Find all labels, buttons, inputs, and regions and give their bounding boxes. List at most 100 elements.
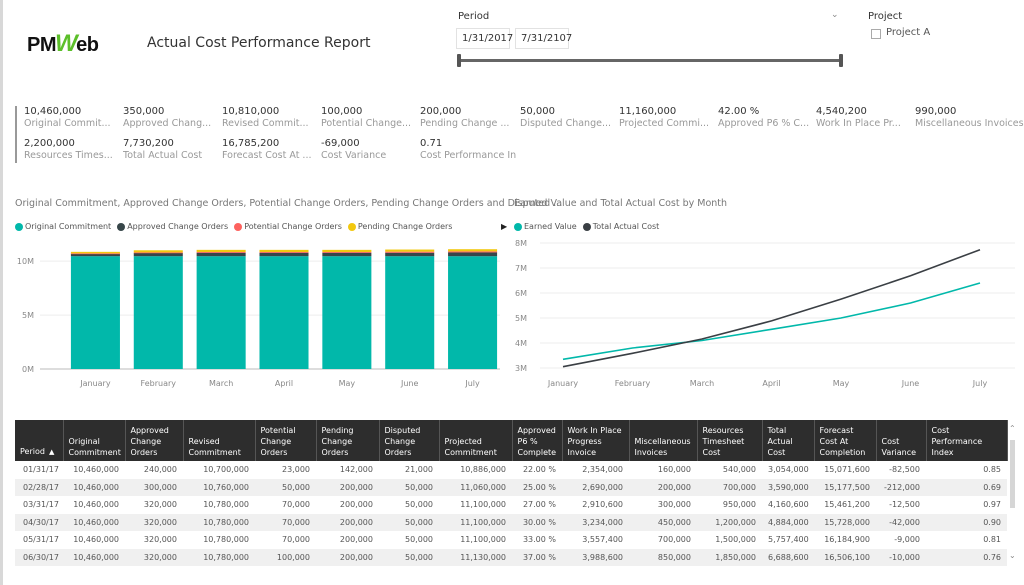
bar-segment-pending-change-orders[interactable] — [70, 251, 120, 254]
bar-segment-original-commitment[interactable] — [259, 256, 309, 369]
table-row[interactable]: 02/28/17 10,460,000 300,000 10,760,000 50,00… — [15, 478, 1007, 496]
table-cell: 50,000 — [255, 478, 316, 496]
chevron-down-icon[interactable]: ⌄ — [831, 10, 839, 20]
column-header[interactable]: Miscellaneous Invoices — [629, 420, 698, 461]
project-a-checkbox[interactable] — [871, 29, 881, 39]
table-row[interactable]: 06/30/17 10,460,000 320,000 10,780,000 100,0… — [15, 548, 1007, 566]
table-cell: 01/31/17 — [23, 465, 59, 475]
table-cell: 04/30/17 — [15, 513, 63, 531]
bar-segment-pending-change-orders[interactable] — [196, 249, 246, 253]
period-slider-track[interactable] — [459, 59, 841, 62]
table-cell: 70,000 — [282, 500, 310, 510]
bar-segment-original-commitment[interactable] — [133, 256, 183, 369]
bar-segment-potential-change-orders[interactable] — [448, 251, 498, 253]
table-cell: 10,460,000 — [73, 465, 119, 475]
legend-item-total-actual-cost[interactable]: Total Actual Cost — [582, 222, 659, 231]
table-cell: 3,988,600 — [562, 548, 629, 566]
bar-segment-original-commitment[interactable] — [322, 256, 372, 369]
column-header[interactable]: Disputed Change Orders — [379, 420, 440, 461]
table-body: 01/31/17 10,460,000 240,000 10,700,000 23,00… — [15, 461, 1007, 566]
bar-segment-pending-change-orders[interactable] — [133, 250, 183, 253]
table-cell: 0.85 — [983, 465, 1001, 475]
legend-item-pending-change-orders[interactable]: Pending Change Orders — [347, 222, 452, 231]
bar-segment-potential-change-orders[interactable] — [70, 253, 120, 255]
column-header[interactable]: Work In Place Progress Invoice — [562, 420, 630, 461]
column-header-label: Period — [20, 447, 45, 456]
period-slider-start-handle[interactable] — [457, 54, 461, 67]
column-header[interactable]: Pending Change Orders — [316, 420, 380, 461]
column-header-label: Projected Commitment — [444, 437, 497, 457]
bar-segment-potential-change-orders[interactable] — [133, 252, 183, 254]
table-row[interactable]: 03/31/17 10,460,000 320,000 10,780,000 70,00… — [15, 496, 1007, 514]
legend-item-approved-change-orders[interactable]: Approved Change Orders — [117, 222, 228, 231]
table-row[interactable]: 04/30/17 10,460,000 320,000 10,780,000 70,00… — [15, 513, 1007, 531]
table-cell: 320,000 — [143, 500, 177, 510]
bar-segment-approved-change-orders[interactable] — [385, 252, 435, 257]
kpi-value: 11,160,000 — [619, 106, 677, 117]
column-header[interactable]: Approved P6 % Complete — [512, 420, 563, 461]
table-cell: 6,688,600 — [762, 548, 814, 566]
bar-segment-pending-change-orders[interactable] — [259, 249, 309, 253]
column-header[interactable]: Approved Change Orders — [125, 420, 184, 461]
column-header[interactable]: Period ▲ — [15, 420, 64, 461]
x-tick-label: February — [141, 379, 177, 388]
scroll-down-icon[interactable]: ⌄ — [1009, 551, 1016, 560]
project-a-label[interactable]: Project A — [886, 27, 930, 38]
table-cell: 540,000 — [722, 465, 756, 475]
legend-next-arrow-icon[interactable]: ▶ — [501, 222, 507, 231]
bar-segment-approved-change-orders[interactable] — [133, 252, 183, 257]
x-tick-label: January — [79, 379, 111, 388]
table-row[interactable]: 05/31/17 10,460,000 320,000 10,780,000 70,00… — [15, 531, 1007, 549]
sort-ascending-icon[interactable]: ▲ — [49, 448, 54, 456]
kpi-value: 10,460,000 — [24, 106, 82, 117]
kpi-label: Resources Times... — [24, 150, 113, 161]
table-scrollbar-thumb[interactable] — [1010, 440, 1015, 508]
kpi-label: Cost Performance In... — [420, 150, 516, 161]
legend-item-earned-value[interactable]: Earned Value — [514, 222, 577, 231]
bar-segment-approved-change-orders[interactable] — [259, 252, 309, 257]
report-title: Actual Cost Performance Report — [147, 35, 371, 51]
bar-segment-pending-change-orders[interactable] — [322, 249, 372, 253]
bar-segment-original-commitment[interactable] — [385, 256, 435, 369]
legend-label: Approved Change Orders — [127, 222, 229, 231]
legend-label: Original Commitment — [25, 222, 112, 231]
table-cell: 0.90 — [926, 513, 1007, 531]
column-header[interactable]: Potential Change Orders — [255, 420, 317, 461]
column-header[interactable]: Forecast Cost At Completion — [814, 420, 877, 461]
legend-item-original-commitment[interactable]: Original Commitment — [15, 222, 111, 231]
column-header[interactable]: Revised Commitment — [183, 420, 256, 461]
table-cell: 15,728,000 — [814, 513, 876, 531]
column-header[interactable]: Resources Timesheet Cost — [697, 420, 763, 461]
period-slider-end-handle[interactable] — [839, 54, 843, 67]
bar-segment-original-commitment[interactable] — [196, 256, 246, 369]
x-tick-label: July — [464, 379, 480, 388]
period-end-input[interactable]: 7/31/2107 — [515, 28, 572, 49]
bar-segment-potential-change-orders[interactable] — [196, 252, 246, 253]
table-cell: 50,000 — [405, 500, 433, 510]
bar-segment-original-commitment[interactable] — [70, 256, 120, 369]
column-header[interactable]: Original Commitment — [63, 420, 126, 461]
scroll-up-icon[interactable]: ⌃ — [1009, 424, 1016, 433]
column-header[interactable]: Cost Performance Index — [926, 420, 1008, 461]
table-cell: 11,100,000 — [460, 535, 506, 545]
column-header[interactable]: Cost Variance — [876, 420, 927, 461]
column-header-label: Work In Place Progress Invoice — [567, 426, 622, 457]
bar-segment-potential-change-orders[interactable] — [322, 252, 372, 253]
table-cell: 0.69 — [926, 478, 1007, 496]
bar-segment-potential-change-orders[interactable] — [259, 252, 309, 253]
bar-segment-approved-change-orders[interactable] — [322, 252, 372, 257]
legend-item-potential-change-orders[interactable]: Potential Change Orders — [234, 222, 342, 231]
bar-segment-original-commitment[interactable] — [448, 256, 498, 369]
period-start-input[interactable]: 1/31/2017 — [456, 28, 513, 49]
bar-segment-approved-change-orders[interactable] — [196, 252, 246, 257]
column-header-label: Approved Change Orders — [130, 426, 169, 457]
column-header[interactable]: Projected Commitment — [439, 420, 513, 461]
table-row[interactable]: 01/31/17 10,460,000 240,000 10,700,000 23,00… — [15, 461, 1007, 479]
bar-segment-pending-change-orders[interactable] — [448, 249, 498, 252]
table-cell: 850,000 — [629, 548, 697, 566]
column-header[interactable]: Total Actual Cost — [762, 420, 815, 461]
x-tick-label: April — [275, 379, 293, 388]
bar-segment-potential-change-orders[interactable] — [385, 251, 435, 253]
bar-segment-approved-change-orders[interactable] — [448, 252, 498, 257]
bar-segment-pending-change-orders[interactable] — [385, 249, 435, 252]
